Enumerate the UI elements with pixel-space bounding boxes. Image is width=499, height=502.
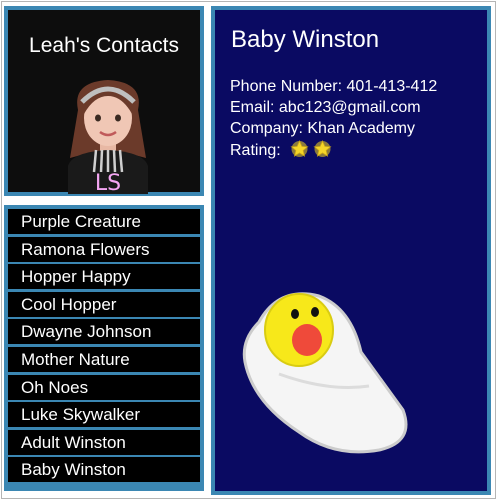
girl-avatar-icon: LS [68,80,148,194]
email-address: Email: abc123@gmail.com [230,99,421,116]
rating: Rating: [230,139,437,164]
star-icon [290,140,309,157]
contact-item[interactable]: Oh Noes [8,374,200,400]
contacts-title: Leah's Contacts [29,34,179,57]
rating-stars [289,139,335,164]
contact-item[interactable]: Baby Winston [8,457,200,483]
svg-text:LS: LS [95,171,121,194]
contact-item[interactable]: Luke Skywalker [8,402,200,428]
baby-winston-icon [242,292,408,454]
contact-item[interactable]: Dwayne Johnson [8,319,200,345]
phone-number: Phone Number: 401-413-412 [230,78,438,95]
contact-fields: Phone Number: 401-413-412 Email: abc123@… [230,76,437,164]
star-icon [313,140,332,157]
contact-item[interactable]: Purple Creature [8,209,200,234]
company: Company: Khan Academy [230,120,415,137]
contact-item[interactable]: Ramona Flowers [8,236,200,262]
contact-item[interactable]: Adult Winston [8,429,200,455]
contact-item[interactable]: Mother Nature [8,346,200,372]
contact-item[interactable]: Hopper Happy [8,264,200,290]
contact-list: Purple Creature Ramona Flowers Hopper Ha… [4,205,204,491]
contact-detail-panel: Baby Winston Phone Number: 401-413-412 E… [211,6,491,495]
contact-item[interactable]: Cool Hopper [8,291,200,317]
contacts-header-panel: Leah's Contacts LS [4,6,204,196]
contact-name: Baby Winston [231,26,380,53]
rating-label: Rating: [230,142,281,159]
